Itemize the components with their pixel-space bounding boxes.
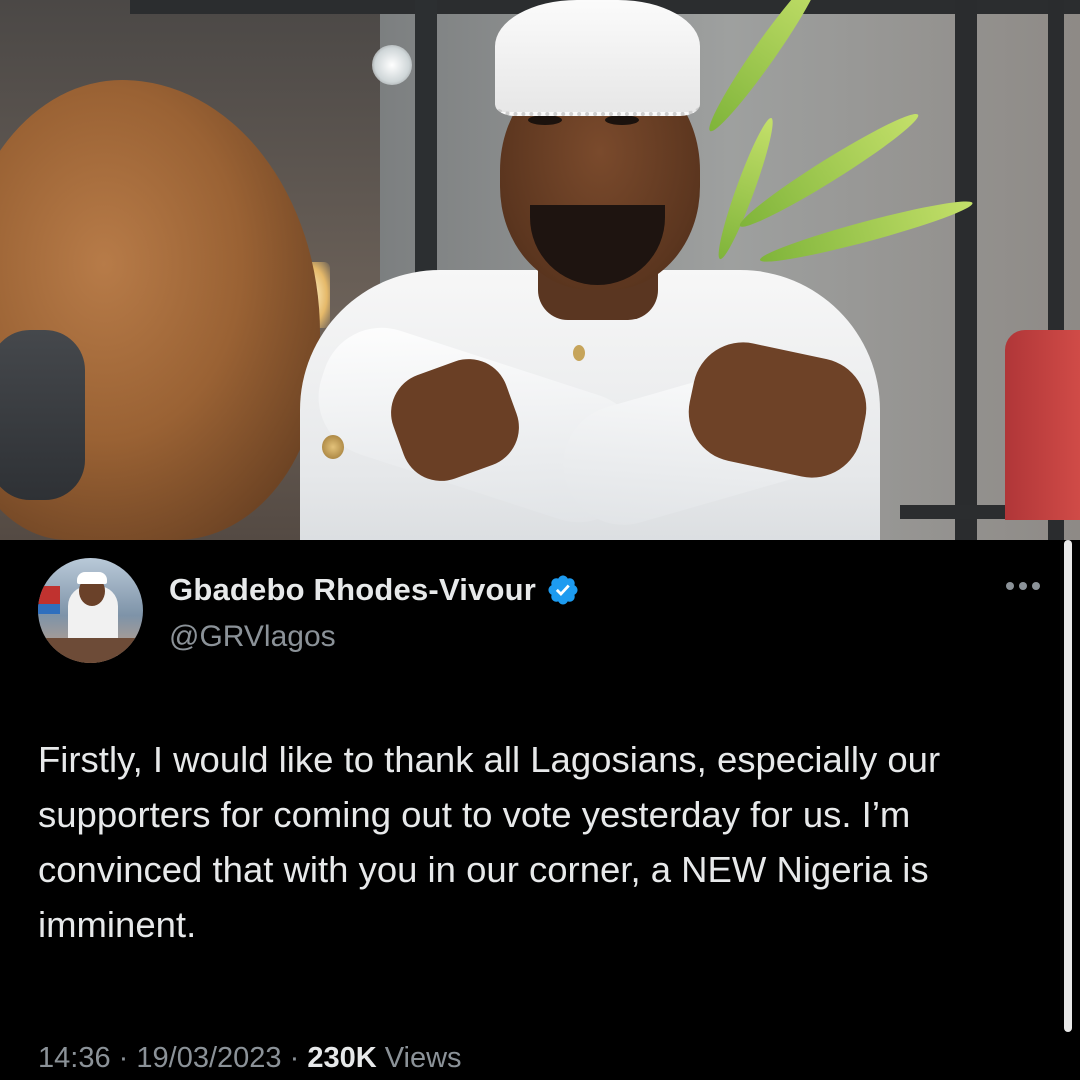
dot — [1032, 582, 1040, 590]
photo-person-cap — [495, 0, 700, 116]
photo-person-eye — [605, 115, 639, 125]
author-name-row[interactable]: Gbadebo Rhodes-Vivour — [169, 572, 580, 608]
separator: · — [289, 1042, 300, 1074]
photo-person-eye — [528, 115, 562, 125]
tweet-date[interactable]: 19/03/2023 — [136, 1042, 281, 1074]
tweet-text: Firstly, I would like to thank all Lagos… — [38, 739, 941, 945]
photo-shirt-button — [573, 345, 585, 361]
photo-blurred-object — [0, 330, 85, 500]
tweet-time[interactable]: 14:36 — [38, 1042, 111, 1074]
tweet-metadata: 14:36 · 19/03/2023 · 230K Views — [38, 1042, 462, 1075]
more-options-icon[interactable] — [1006, 582, 1040, 590]
dot — [1019, 582, 1027, 590]
author-display-name[interactable]: Gbadebo Rhodes-Vivour — [169, 572, 536, 608]
verified-badge-icon — [548, 575, 578, 605]
views-label: Views — [384, 1042, 462, 1074]
photo-shelf-post — [955, 0, 977, 540]
avatar[interactable] — [38, 558, 143, 663]
dot — [1006, 582, 1014, 590]
photo-light — [372, 45, 412, 85]
photo-chair — [1005, 330, 1080, 520]
tweet-photo[interactable] — [0, 0, 1080, 540]
author-handle[interactable]: @GRVlagos — [169, 620, 336, 654]
avatar-table — [38, 638, 143, 663]
avatar-cap — [77, 572, 107, 584]
avatar-badge — [38, 604, 60, 614]
views-count[interactable]: 230K — [307, 1042, 376, 1074]
separator: · — [118, 1042, 129, 1074]
photo-ring — [322, 435, 344, 459]
tweet: Gbadebo Rhodes-Vivour @GRVlagos Firstly,… — [0, 540, 1080, 1080]
scrollbar[interactable] — [1064, 540, 1072, 1032]
avatar-badge — [38, 586, 60, 604]
